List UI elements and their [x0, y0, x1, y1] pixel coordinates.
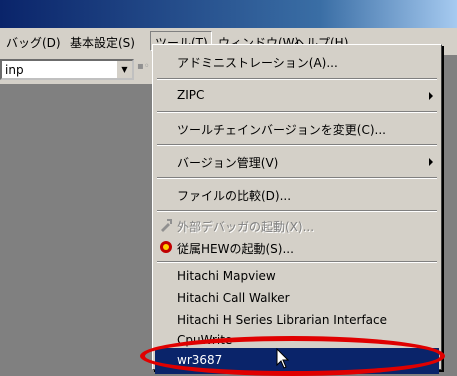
tools-menu: アドミニストレーション(A)... ZIPC ツールチェインバージョンを変更(C… [152, 44, 442, 374]
menu-item-label: Hitachi H Series Librarian Interface [177, 313, 388, 327]
menu-item-label: アドミニストレーション(A)... [177, 56, 338, 70]
menu-item-label: 外部デバッガの起動(X)... [177, 220, 315, 234]
mouse-pointer-icon [276, 348, 290, 369]
hew-icon [160, 241, 172, 253]
menu-separator [157, 144, 437, 146]
workspace [0, 84, 160, 372]
toolbar: inp ▼ ▪◦ [0, 55, 160, 84]
menu-separator [157, 111, 437, 113]
menu-item-label: 従属HEWの起動(S)... [177, 242, 294, 256]
submenu-arrow-icon [429, 92, 433, 100]
config-combo-value: inp [5, 63, 24, 77]
chevron-down-icon[interactable]: ▼ [116, 61, 132, 78]
menu-item-administration[interactable]: アドミニストレーション(A)... [155, 49, 439, 75]
title-bar [0, 0, 457, 28]
menu-item-label: Hitachi Call Walker [177, 291, 290, 305]
menu-item-compare-files[interactable]: ファイルの比較(D)... [155, 182, 439, 208]
menu-item-label: ツールチェインバージョンを変更(C)... [177, 123, 386, 137]
menu-item-label: ZIPC [177, 88, 205, 102]
submenu-arrow-icon [429, 158, 433, 166]
menu-item-version-control[interactable]: バージョン管理(V) [155, 149, 439, 175]
menu-separator [157, 210, 437, 212]
menu-item-label: Hitachi Mapview [177, 269, 276, 283]
annotation-ring [140, 336, 445, 376]
menu-debug[interactable]: バッグ(D) [6, 34, 61, 51]
menu-item-zipc[interactable]: ZIPC [155, 83, 439, 109]
menu-separator [157, 261, 437, 263]
menu-separator [157, 177, 437, 179]
menu-settings[interactable]: 基本設定(S) [70, 34, 135, 51]
menu-item-label: バージョン管理(V) [177, 156, 279, 170]
config-combo[interactable]: inp ▼ [0, 59, 134, 80]
menu-item-dependent-hew[interactable]: 従属HEWの起動(S)... [155, 235, 439, 261]
menu-item-label: ファイルの比較(D)... [177, 189, 292, 203]
menu-separator [157, 78, 437, 80]
debugger-icon [161, 219, 172, 232]
menu-item-toolchain-version[interactable]: ツールチェインバージョンを変更(C)... [155, 116, 439, 142]
